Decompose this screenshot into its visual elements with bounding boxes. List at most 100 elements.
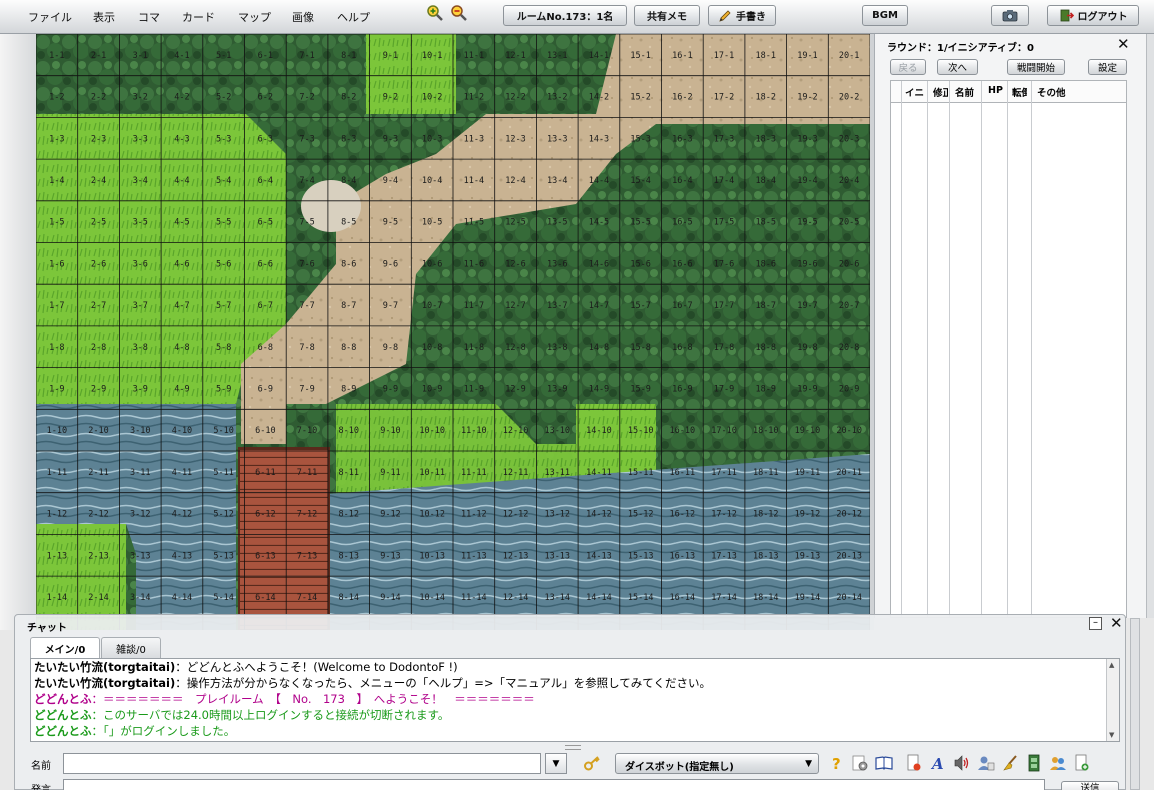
zoom-in-icon[interactable]: [426, 4, 444, 22]
chat-text: ：このサーバでは24.0時間以上ログインすると接続が切断されます。: [91, 708, 450, 722]
chat-minimize-icon[interactable]: –: [1089, 617, 1102, 630]
camera-button[interactable]: [991, 5, 1029, 26]
menu-image[interactable]: 画像: [292, 9, 314, 25]
grid-cell-label: 11-14: [461, 593, 487, 603]
help-icon[interactable]: ?: [827, 754, 845, 772]
message-input[interactable]: [63, 779, 1045, 790]
dice-system-label: ダイスボット(指定無し): [625, 762, 734, 773]
initiative-close-icon[interactable]: ✕: [1117, 37, 1130, 52]
grid-cell-label: 4-8: [174, 343, 189, 353]
font-style-icon[interactable]: A: [929, 754, 947, 772]
sound-icon[interactable]: [953, 754, 971, 772]
column-divider: [901, 81, 902, 617]
grid-cell-label: 14-8: [589, 343, 609, 353]
grid-cell-label: 14-10: [586, 426, 612, 436]
grid-cell-label: 8-2: [341, 93, 356, 103]
grid-cell-label: 16-9: [672, 384, 692, 394]
scroll-down-icon[interactable]: ▼: [1109, 731, 1114, 739]
menu-view[interactable]: 表示: [93, 9, 115, 25]
pencil-icon: [719, 9, 731, 22]
gear-icon[interactable]: [851, 754, 869, 772]
grid-cell-label: 7-10: [297, 426, 317, 436]
grid-cell-label: 9-7: [383, 301, 398, 311]
menu-piece[interactable]: コマ: [138, 9, 160, 25]
grid-cell-label: 9-12: [380, 510, 400, 520]
grid-cell-label: 19-3: [797, 134, 817, 144]
menu-card[interactable]: カード: [182, 9, 215, 25]
tab-main[interactable]: メイン/0: [30, 637, 100, 658]
grid-cell-label: 8-7: [341, 301, 356, 311]
column-divider: [949, 81, 950, 617]
game-map[interactable]: 1-1 2-1 3-1 4-1 5-1 6-1 7-1 8-1 9-1 10-1 11-1 12-1 1…: [36, 34, 870, 630]
back-button[interactable]: 戻る: [890, 59, 926, 75]
column-hp[interactable]: HP: [988, 85, 1003, 96]
grid-cell-label: 4-9: [174, 384, 189, 394]
grid-cell-label: 13-4: [547, 176, 567, 186]
grid-cell-label: 12-5: [505, 218, 525, 228]
grid-cell-label: 19-5: [797, 218, 817, 228]
zoom-out-icon[interactable]: [450, 4, 468, 22]
book-icon[interactable]: [875, 754, 893, 772]
handwriting-label: 手書き: [736, 12, 766, 23]
grid-cell-label: 20-10: [836, 426, 862, 436]
grid-cell-label: 16-2: [672, 93, 692, 103]
panel-scrollbar[interactable]: [1146, 34, 1154, 618]
grid-cell-label: 8-12: [339, 510, 359, 520]
grid-cell-label: 3-3: [133, 134, 148, 144]
grid-cell-label: 2-2: [91, 93, 106, 103]
logout-button[interactable]: ログアウト: [1047, 5, 1139, 26]
grid-cell-label: 5-4: [216, 176, 231, 186]
tab-chatter[interactable]: 雑談/0: [101, 637, 161, 658]
grid-cell-label: 8-14: [339, 593, 359, 603]
grid-cell-label: 16-14: [670, 593, 696, 603]
next-button[interactable]: 次へ: [937, 59, 978, 75]
room-info-button[interactable]: ルームNo.173：1名: [503, 5, 627, 26]
initiative-settings-button[interactable]: 設定: [1088, 59, 1127, 75]
grid-cell-label: 16-1: [672, 51, 692, 61]
grid-cell-label: 5-5: [216, 218, 231, 228]
chat-resize-handle[interactable]: [565, 745, 581, 750]
chat-close-icon[interactable]: ✕: [1110, 616, 1123, 631]
column-name[interactable]: 名前: [955, 85, 974, 99]
chat-outer-scrollbar[interactable]: [1130, 618, 1140, 790]
initiative-settings-label: 設定: [1097, 63, 1117, 74]
column-initiative[interactable]: イニ: [905, 85, 924, 99]
broom-icon[interactable]: [1001, 754, 1019, 772]
bgm-button[interactable]: BGM: [862, 5, 908, 26]
grid-cell-label: 14-4: [589, 176, 609, 186]
column-other[interactable]: その他: [1037, 85, 1066, 99]
initiative-table[interactable]: イニ 修正 名前 HP 転倒 その他: [890, 80, 1127, 618]
grid-cell-label: 19-2: [797, 93, 817, 103]
document-icon[interactable]: [905, 754, 923, 772]
menu-map[interactable]: マップ: [238, 9, 271, 25]
grid-cell-label: 15-3: [630, 134, 650, 144]
key-icon[interactable]: [583, 754, 601, 772]
column-fallen[interactable]: 転倒: [1012, 85, 1027, 99]
column-modifier[interactable]: 修正: [933, 85, 948, 99]
film-icon[interactable]: [1025, 754, 1043, 772]
shared-memo-button[interactable]: 共有メモ: [634, 5, 700, 26]
send-button[interactable]: 送信: [1061, 781, 1119, 790]
menu-help[interactable]: ヘルプ: [337, 9, 370, 25]
grid-cell-label: 20-11: [836, 468, 862, 478]
grid-cell-label: 8-4: [341, 176, 356, 186]
chat-log[interactable]: たいたい竹流(torgtaitai)：どどんとふへようこそ！(Welcome t…: [30, 658, 1120, 742]
menu-file[interactable]: ファイル: [28, 9, 72, 25]
grid-cell-label: 2-14: [88, 593, 108, 603]
add-document-icon[interactable]: [1073, 754, 1091, 772]
users-icon[interactable]: [1049, 754, 1067, 772]
grid-cell-label: 1-11: [47, 468, 67, 478]
grid-cell-label: 10-12: [419, 510, 445, 520]
name-dropdown-button[interactable]: ▼: [545, 753, 567, 774]
chat-title: チャット: [27, 623, 67, 634]
user-icon[interactable]: [977, 754, 995, 772]
grid-cell-label: 1-9: [49, 384, 64, 394]
grid-cell-label: 6-7: [258, 301, 273, 311]
dice-system-select[interactable]: ダイスボット(指定無し) ▼: [615, 753, 819, 774]
grid-cell-label: 4-11: [172, 468, 192, 478]
handwriting-button[interactable]: 手書き: [708, 5, 776, 26]
chat-log-scrollbar[interactable]: ▲ ▼: [1106, 659, 1119, 741]
battle-start-button[interactable]: 戦闘開始: [1007, 59, 1065, 75]
name-input[interactable]: [63, 753, 541, 774]
scroll-up-icon[interactable]: ▲: [1109, 661, 1114, 669]
